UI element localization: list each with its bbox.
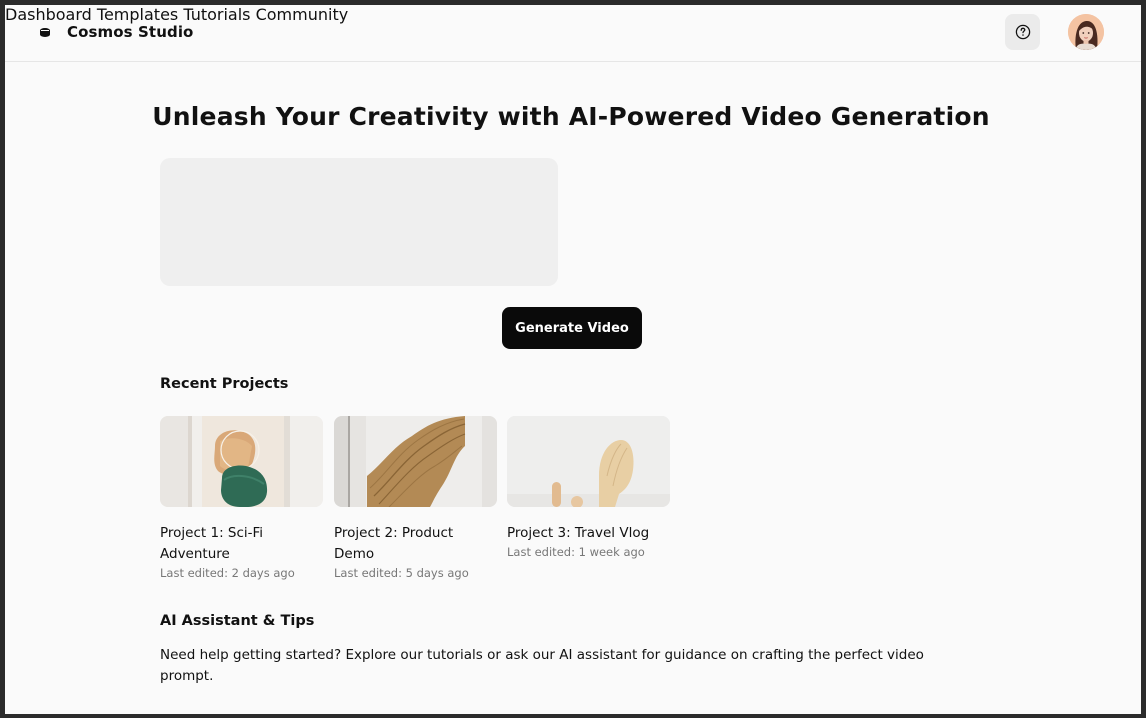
project-title[interactable]: Project 1: Sci-Fi Adventure: [160, 523, 323, 565]
project-last-edited: Last edited: 1 week ago: [507, 545, 645, 559]
generate-video-button[interactable]: Generate Video: [502, 307, 642, 349]
recent-projects-title: Recent Projects: [160, 376, 289, 392]
ai-assistant-title: AI Assistant & Tips: [160, 613, 315, 629]
project-thumbnail[interactable]: [334, 416, 497, 507]
project-card[interactable]: Project 2: Product Demo Last edited: 5 d…: [334, 416, 497, 580]
nav-community[interactable]: Community: [256, 5, 349, 24]
abstract-art-image: [160, 416, 323, 507]
top-header: Cosmos Studio Dashboard Templates Tutori…: [5, 5, 1141, 62]
prompt-input[interactable]: [160, 158, 558, 286]
main-nav: Dashboard Templates Tutorials Community: [5, 5, 1141, 24]
project-last-edited: Last edited: 2 days ago: [160, 566, 295, 580]
project-last-edited: Last edited: 5 days ago: [334, 566, 469, 580]
nav-templates[interactable]: Templates: [97, 5, 178, 24]
project-thumbnail[interactable]: [160, 416, 323, 507]
nav-dashboard[interactable]: Dashboard: [5, 5, 92, 24]
help-button[interactable]: [1005, 14, 1040, 50]
database-icon: [40, 27, 50, 38]
user-avatar[interactable]: [1068, 14, 1104, 50]
wood-sculpture-image: [334, 416, 497, 507]
project-title[interactable]: Project 2: Product Demo: [334, 523, 497, 565]
project-title[interactable]: Project 3: Travel Vlog: [507, 523, 670, 544]
project-card[interactable]: Project 3: Travel Vlog Last edited: 1 we…: [507, 416, 670, 559]
wooden-objects-image: [507, 416, 670, 507]
ai-assistant-text: Need help getting started? Explore our t…: [160, 647, 924, 684]
question-circle-icon: [1015, 24, 1030, 40]
app-window: Cosmos Studio Dashboard Templates Tutori…: [5, 5, 1141, 714]
brand[interactable]: Cosmos Studio: [40, 23, 193, 41]
avatar-image: [1068, 14, 1104, 50]
project-card[interactable]: Project 1: Sci-Fi Adventure Last edited:…: [160, 416, 323, 580]
app-name: Cosmos Studio: [67, 23, 194, 41]
project-thumbnail[interactable]: [507, 416, 670, 507]
nav-tutorials[interactable]: Tutorials: [183, 5, 250, 24]
hero-title: Unleash Your Creativity with AI-Powered …: [152, 102, 990, 131]
